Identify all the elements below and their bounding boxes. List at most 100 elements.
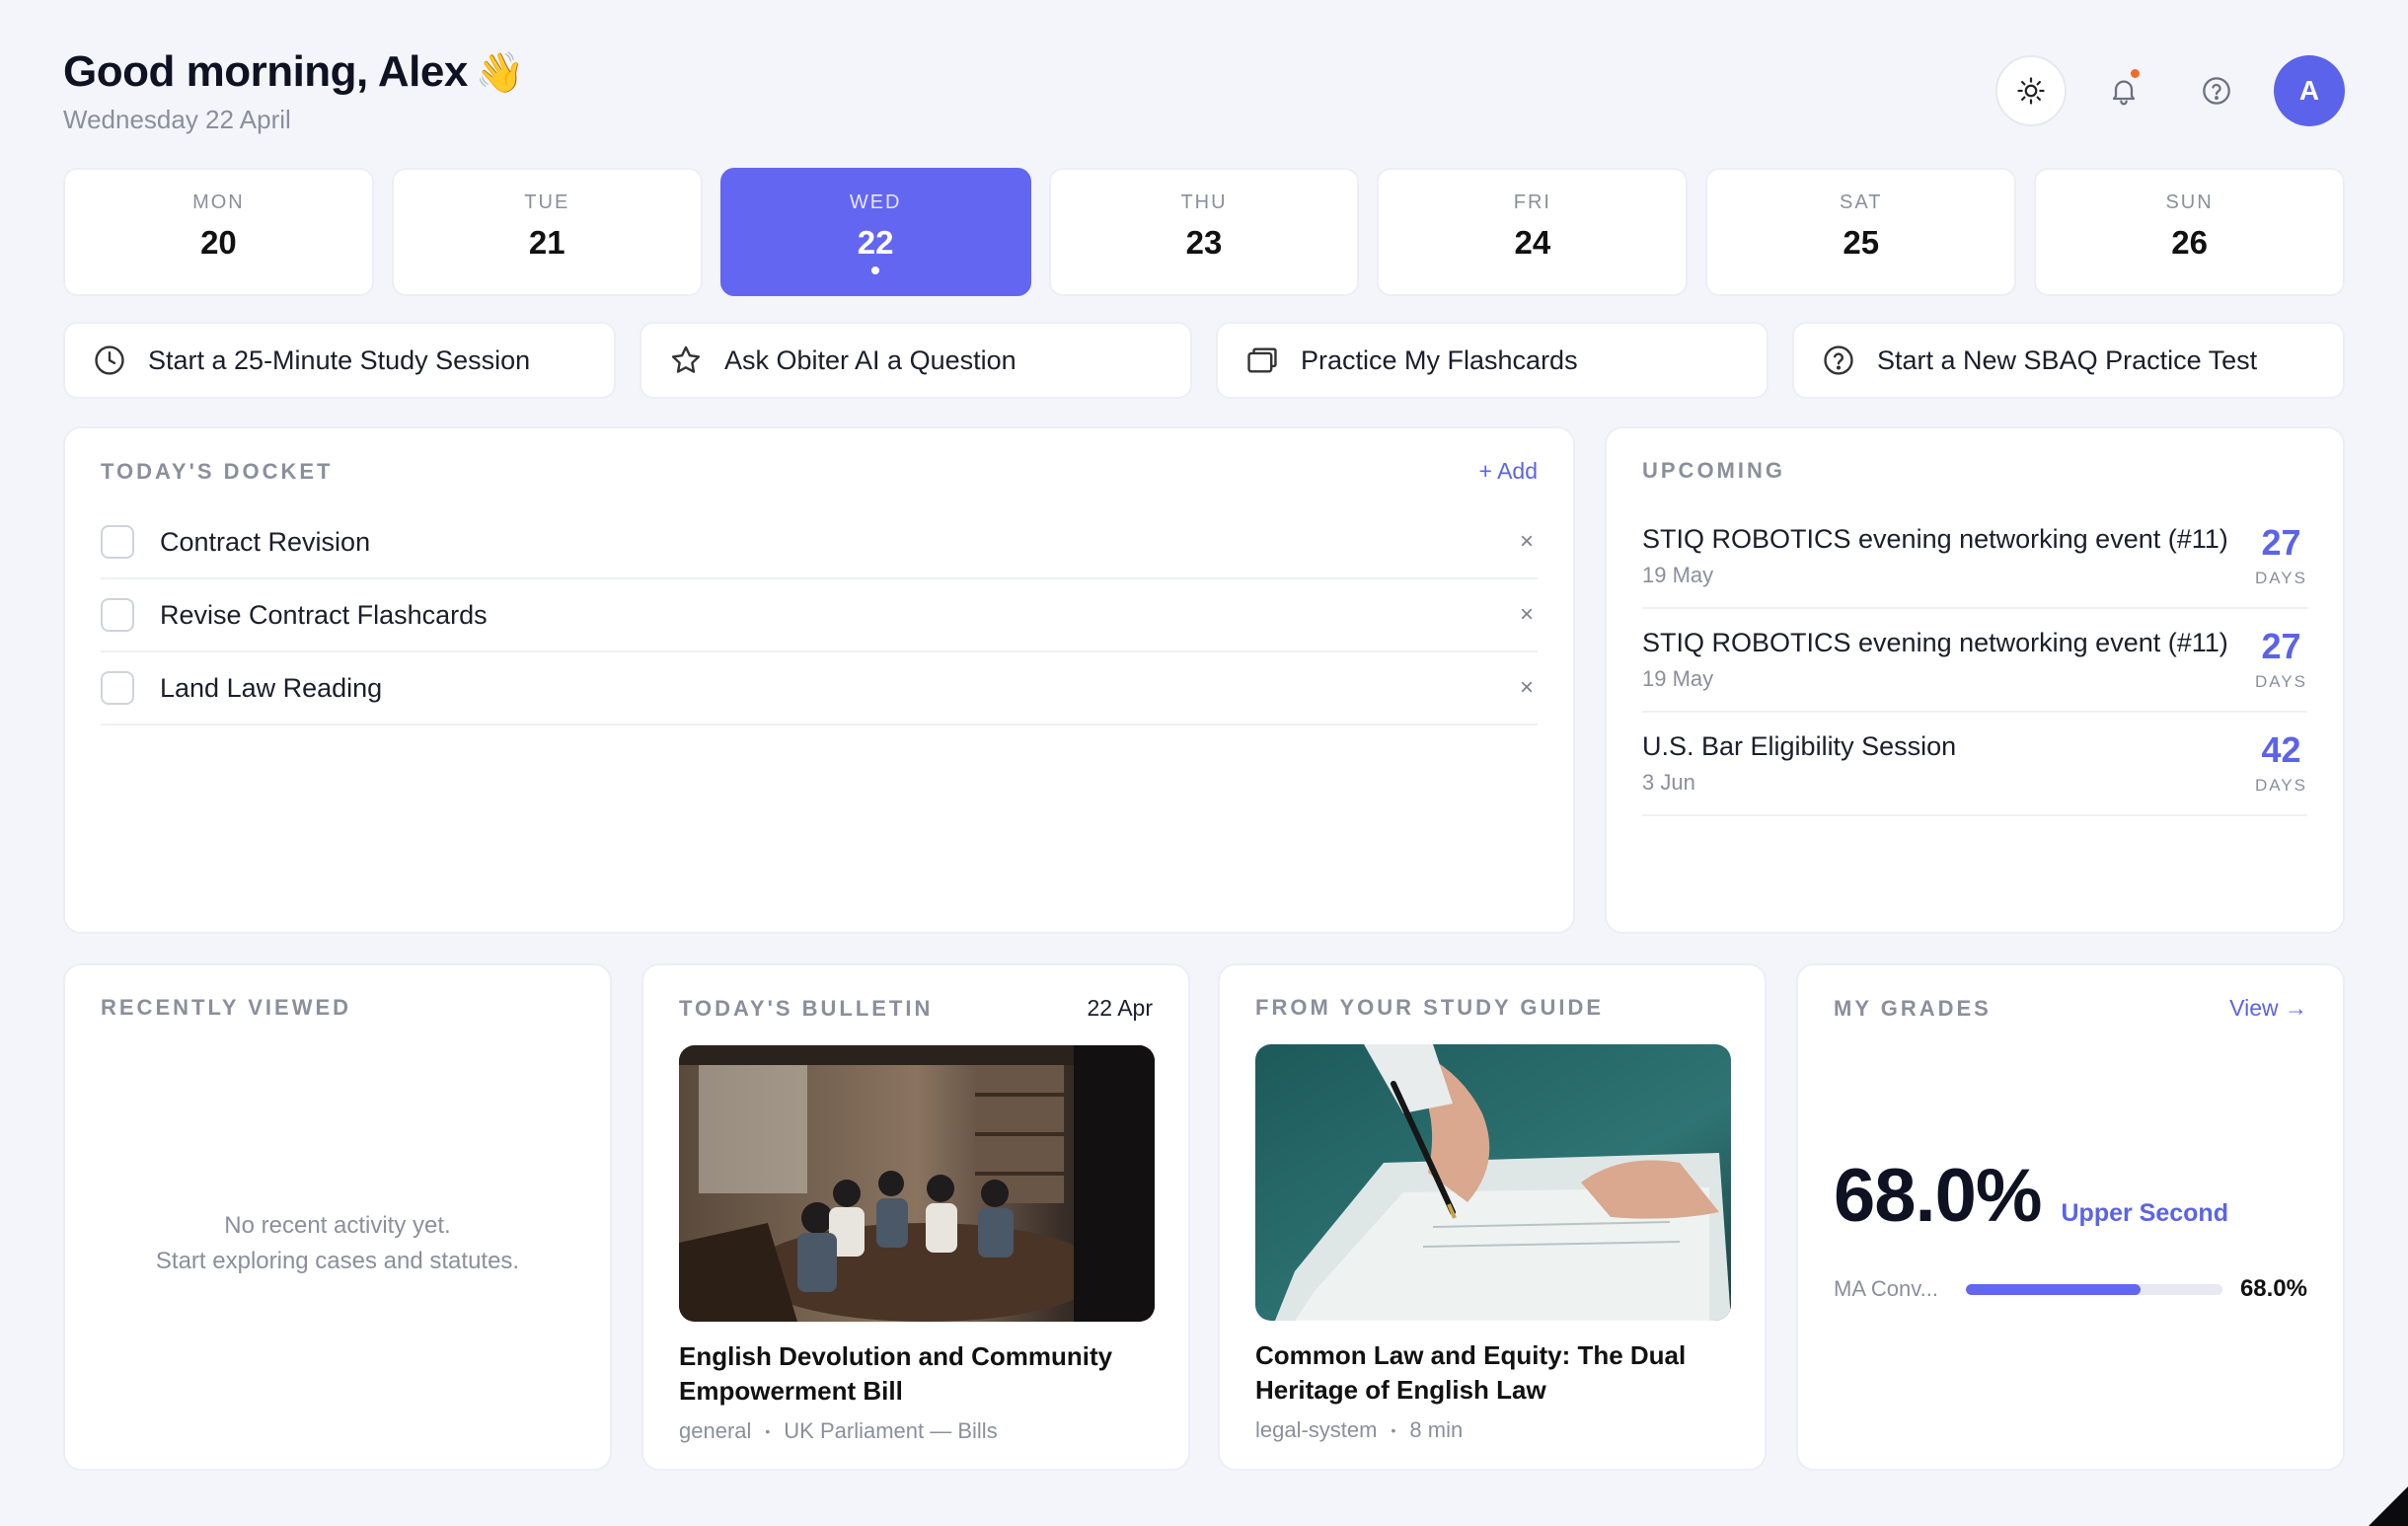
bulletin-meta: general • UK Parliament — Bills <box>679 1418 1153 1444</box>
study-guide-meta: legal-system • 8 min <box>1255 1417 1729 1443</box>
day-fri[interactable]: FRI 24 <box>1377 168 1689 296</box>
writing-photo <box>1255 1044 1731 1321</box>
task-label: Contract Revision <box>160 526 371 557</box>
remove-task-button[interactable]: × <box>1516 601 1538 629</box>
docket-item: Contract Revision × <box>101 506 1538 579</box>
study-guide-card[interactable]: FROM YOUR STUDY GUIDE Common Law and Equ… <box>1218 963 1767 1471</box>
module-grade-row: MA Conv... 68.0% <box>1834 1275 2307 1303</box>
day-mon[interactable]: MON 20 <box>63 168 374 296</box>
day-sun[interactable]: SUN 26 <box>2034 168 2346 296</box>
upcoming-card: UPCOMING STIQ ROBOTICS evening networkin… <box>1605 426 2345 934</box>
view-grades-link[interactable]: View → <box>2229 995 2307 1022</box>
grades-title: MY GRADES <box>1834 995 1992 1021</box>
window-corner <box>2369 1487 2408 1526</box>
module-grade-value: 68.0% <box>2239 1275 2307 1302</box>
bulletin-headline[interactable]: English Devolution and Community Empower… <box>679 1339 1153 1409</box>
my-grades-card: MY GRADES View → 68.0% Upper Second MA C… <box>1796 963 2345 1471</box>
task-checkbox[interactable] <box>101 671 134 705</box>
module-progress-fill <box>1966 1283 2141 1295</box>
event-info: U.S. Bar Eligibility Session 3 Jun <box>1642 731 1956 796</box>
help-button[interactable] <box>2181 55 2252 126</box>
study-guide-headline[interactable]: Common Law and Equity: The Dual Heritage… <box>1255 1338 1729 1408</box>
event-info: STIQ ROBOTICS evening networking event (… <box>1642 628 2228 692</box>
bulletin-header: TODAY'S BULLETIN 22 Apr <box>679 995 1153 1022</box>
add-task-button[interactable]: + Add <box>1479 458 1538 485</box>
sun-icon <box>2017 77 2045 105</box>
bulletin-date: 22 Apr <box>1087 995 1154 1021</box>
start-sbaq-test-button[interactable]: Start a New SBAQ Practice Test <box>1792 322 2345 399</box>
grade-classification: Upper Second <box>2061 1199 2228 1227</box>
question-icon <box>1824 345 1853 375</box>
upcoming-list: STIQ ROBOTICS evening networking event (… <box>1642 505 2307 816</box>
avatar[interactable]: A <box>2274 55 2345 126</box>
task-label: Revise Contract Flashcards <box>160 599 488 630</box>
bulletin-card[interactable]: TODAY'S BULLETIN 22 Apr English Devoluti… <box>641 963 1190 1471</box>
task-checkbox[interactable] <box>101 598 134 632</box>
notifications-button[interactable] <box>2088 55 2159 126</box>
countdown-days: 42 <box>2261 728 2301 770</box>
grades-header: MY GRADES View → <box>1834 995 2307 1022</box>
today-indicator <box>871 267 880 274</box>
countdown-unit: DAYS <box>2254 775 2307 795</box>
overall-grade-value: 68.0% <box>1834 1154 2042 1238</box>
countdown-days: 27 <box>2261 625 2301 666</box>
wave-emoji: 👋 <box>475 51 525 95</box>
meta-separator: • <box>765 1423 771 1439</box>
remove-task-button[interactable]: × <box>1516 528 1538 556</box>
bell-icon <box>2112 80 2136 106</box>
day-sat[interactable]: SAT 25 <box>1705 168 2017 296</box>
upcoming-event[interactable]: U.S. Bar Eligibility Session 3 Jun 42 DA… <box>1642 713 2307 816</box>
empty-state-line: Start exploring cases and statutes. <box>155 1248 520 1274</box>
empty-state-line: No recent activity yet. <box>224 1212 451 1239</box>
event-name: STIQ ROBOTICS evening networking event (… <box>1642 628 2228 657</box>
docket-item: Revise Contract Flashcards × <box>101 579 1538 652</box>
start-study-session-button[interactable]: Start a 25-Minute Study Session <box>63 322 616 399</box>
upcoming-event[interactable]: STIQ ROBOTICS evening networking event (… <box>1642 505 2307 609</box>
star-icon <box>671 345 701 373</box>
theme-toggle-button[interactable] <box>1995 55 2067 126</box>
module-progress-track <box>1966 1283 2222 1295</box>
task-label: Land Law Reading <box>160 672 383 703</box>
current-date: Wednesday 22 April <box>63 105 291 134</box>
bulletin-source: UK Parliament — Bills <box>784 1418 998 1443</box>
event-countdown: 27 DAYS <box>2254 521 2307 588</box>
bulletin-image <box>679 1045 1155 1322</box>
dashboard: Good morning, Alex👋 Wednesday 22 April <box>63 0 2346 1526</box>
countdown-unit: DAYS <box>2254 568 2307 587</box>
docket-item: Land Law Reading × <box>101 652 1538 725</box>
header-actions: A <box>1995 55 2345 126</box>
header: Good morning, Alex👋 Wednesday 22 April <box>63 47 2345 146</box>
event-countdown: 42 DAYS <box>2254 728 2307 796</box>
study-guide-image <box>1255 1044 1731 1321</box>
docket-header: TODAY'S DOCKET + Add <box>101 458 1538 485</box>
meeting-photo <box>679 1045 1155 1322</box>
countdown-unit: DAYS <box>2254 671 2307 691</box>
task-checkbox[interactable] <box>101 525 134 559</box>
quick-actions: Start a 25-Minute Study Session Ask Obit… <box>63 322 2345 399</box>
bulletin-tag: general <box>679 1418 752 1443</box>
notification-dot <box>2131 69 2140 78</box>
study-guide-title: FROM YOUR STUDY GUIDE <box>1255 995 1605 1020</box>
clock-icon <box>95 345 124 375</box>
help-icon <box>2203 77 2230 105</box>
upcoming-event[interactable]: STIQ ROBOTICS evening networking event (… <box>1642 609 2307 713</box>
module-name: MA Conv... <box>1834 1276 1938 1301</box>
event-name: STIQ ROBOTICS evening networking event (… <box>1642 524 2228 554</box>
overall-grade: 68.0% Upper Second <box>1834 1153 2228 1239</box>
day-thu[interactable]: THU 23 <box>1048 168 1360 296</box>
empty-state: No recent activity yet. Start exploring … <box>65 1208 610 1279</box>
todays-docket-card: TODAY'S DOCKET + Add Contract Revision ×… <box>63 426 1575 934</box>
docket-title: TODAY'S DOCKET <box>101 458 334 484</box>
practice-flashcards-button[interactable]: Practice My Flashcards <box>1216 322 1768 399</box>
ask-ai-button[interactable]: Ask Obiter AI a Question <box>640 322 1192 399</box>
recent-title: RECENTLY VIEWED <box>101 995 352 1020</box>
week-strip: MON 20 TUE 21 WED 22 THU 23 FRI 24 SAT 25 SUN 2… <box>63 168 2346 296</box>
day-tue[interactable]: TUE 21 <box>391 168 703 296</box>
day-wed[interactable]: WED 22 <box>719 168 1031 296</box>
countdown-days: 27 <box>2261 521 2301 563</box>
study-guide-tag: legal-system <box>1255 1417 1378 1442</box>
event-countdown: 27 DAYS <box>2254 625 2307 692</box>
docket-list: Contract Revision × Revise Contract Flas… <box>101 506 1538 725</box>
remove-task-button[interactable]: × <box>1516 674 1538 702</box>
recently-viewed-card: RECENTLY VIEWED No recent activity yet. … <box>63 963 612 1471</box>
